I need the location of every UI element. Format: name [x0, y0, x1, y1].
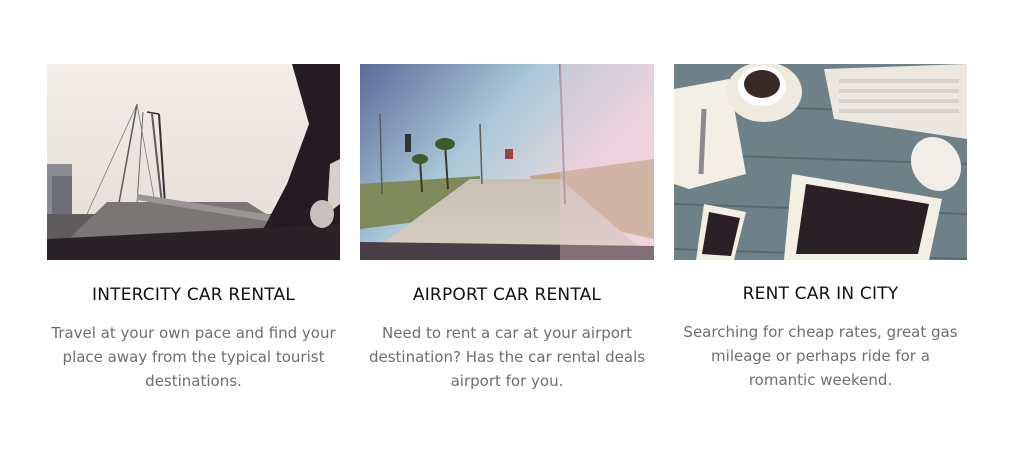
service-card-airport: AIRPORT CAR RENTAL Need to rent a car at… [360, 64, 654, 393]
airport-photo [360, 64, 654, 260]
service-description: Searching for cheap rates, great gas mil… [683, 323, 958, 389]
service-card-city: RENT CAR IN CITY Searching for cheap rat… [674, 64, 967, 392]
service-description: Travel at your own pace and find your pl… [51, 324, 336, 390]
service-title: INTERCITY CAR RENTAL [91, 285, 296, 305]
city-photo [674, 64, 967, 260]
service-card-intercity: INTERCITY CAR RENTAL Travel at your own … [47, 64, 340, 393]
service-description: Need to rent a car at your airport desti… [368, 324, 646, 390]
intercity-photo [47, 64, 340, 260]
service-title: RENT CAR IN CITY [742, 284, 899, 304]
services-section: INTERCITY CAR RENTAL Travel at your own … [0, 0, 1014, 463]
service-title: AIRPORT CAR RENTAL [412, 285, 602, 305]
